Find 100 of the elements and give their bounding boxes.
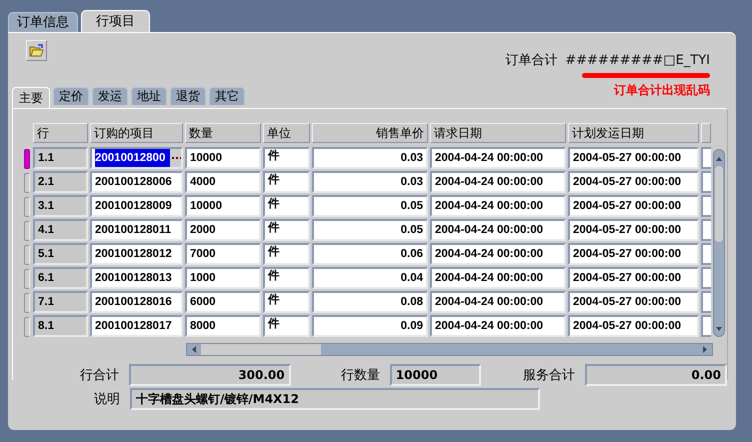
table-cell[interactable] [701,243,711,265]
row-indicator[interactable] [24,293,30,313]
annotation-text: 订单合计出现乱码 [614,82,710,99]
table-cell[interactable]: 200100128012 [90,243,183,265]
row-indicator[interactable] [24,173,30,193]
table-cell[interactable]: 0.09 [312,315,428,337]
table-cell[interactable]: 20010012800 [95,149,170,167]
table-cell[interactable]: 4000 [185,171,261,193]
tab[interactable]: 退货 [170,87,206,105]
table-cell[interactable]: 件 [263,315,310,337]
description-field: 十字槽盘头螺钉/镀锌/M4X12 [130,388,540,410]
table-cell: 7.1 [33,291,88,313]
table-cell[interactable]: 件 [263,171,310,193]
tab[interactable]: 定价 [53,87,89,105]
column-header [701,123,711,143]
table-cell[interactable]: 件 [263,267,310,289]
order-total-value: #########□E_TYI [565,52,710,68]
table-cell[interactable]: 8000 [185,315,261,337]
table-cell[interactable] [701,195,711,217]
table-cell[interactable]: 2004-05-27 00:00:00 [568,147,699,169]
vertical-scrollbar[interactable] [713,149,725,337]
table-cell[interactable]: 0.03 [312,147,428,169]
table-cell[interactable]: 2004-05-27 00:00:00 [568,267,699,289]
table-cell[interactable]: 2004-04-24 00:00:00 [430,315,566,337]
table-cell: 3.1 [33,195,88,217]
table-cell[interactable]: 2004-05-27 00:00:00 [568,171,699,193]
table-cell[interactable]: 200100128009 [90,195,183,217]
open-folder-button[interactable] [26,40,47,61]
table-cell[interactable]: 200100128016 [90,291,183,313]
table-cell[interactable]: 0.08 [312,291,428,313]
table-cell: 1.1 [33,147,88,169]
column-header: 单位 [263,123,310,143]
table-cell[interactable]: 200100128011 [90,219,183,241]
ellipsis-button[interactable] [170,149,181,167]
row-indicator[interactable] [24,149,30,169]
table-cell: 4.1 [33,219,88,241]
table-cell[interactable]: 0.05 [312,195,428,217]
table-cell: 6.1 [33,267,88,289]
table-cell[interactable] [701,267,711,289]
table-cell: 8.1 [33,315,88,337]
row-indicator[interactable] [24,221,30,241]
table-cell[interactable]: 2004-05-27 00:00:00 [568,243,699,265]
row-indicator[interactable] [24,317,30,337]
table-cell[interactable]: 200100128013 [90,267,183,289]
table-cell[interactable]: 件 [263,243,310,265]
table-cell[interactable]: 0.05 [312,219,428,241]
field-label: 行合计 [79,367,120,384]
table-cell[interactable]: 2004-04-24 00:00:00 [430,147,566,169]
table-cell[interactable]: 2000 [185,219,261,241]
readonly-field: 300.00 [129,364,291,386]
column-header: 销售单价 [312,123,428,143]
table-cell[interactable]: 6000 [185,291,261,313]
table-cell[interactable]: 件 [263,195,310,217]
field-label: 说明 [93,391,120,408]
table-cell[interactable]: 10000 [185,195,261,217]
table-cell[interactable] [701,291,711,313]
table-cell[interactable]: 件 [263,219,310,241]
table-cell[interactable]: 2004-05-27 00:00:00 [568,219,699,241]
table-cell[interactable]: 2004-04-24 00:00:00 [430,171,566,193]
row-indicator[interactable] [24,245,30,265]
table-cell[interactable]: 2004-05-27 00:00:00 [568,195,699,217]
readonly-field: 10000 [390,364,482,386]
table-cell[interactable]: 件 [263,291,310,313]
table-cell[interactable]: 2004-04-24 00:00:00 [430,219,566,241]
tab[interactable]: 发运 [92,87,128,105]
tab[interactable]: 订单信息 [8,12,78,32]
table-cell[interactable]: 7000 [185,243,261,265]
tab[interactable]: 主要 [12,87,50,108]
row-indicator[interactable] [24,197,30,217]
table-cell[interactable] [701,315,711,337]
table-cell: 2.1 [33,171,88,193]
table-cell[interactable]: 2004-05-27 00:00:00 [568,315,699,337]
table-cell[interactable]: 1000 [185,267,261,289]
table-cell[interactable]: 200100128017 [90,315,183,337]
column-header: 请求日期 [430,123,566,143]
table-cell[interactable]: 10000 [185,147,261,169]
table-cell: 5.1 [33,243,88,265]
table-cell[interactable]: 2004-04-24 00:00:00 [430,243,566,265]
horizontal-scrollbar[interactable] [186,343,713,356]
table-cell[interactable] [701,171,711,193]
row-indicator[interactable] [24,269,30,289]
column-header: 计划发运日期 [568,123,699,143]
tab[interactable]: 行项目 [81,10,150,32]
table-cell[interactable]: 2004-05-27 00:00:00 [568,291,699,313]
column-header: 行 [33,123,88,143]
table-cell[interactable] [701,219,711,241]
table-cell[interactable]: 件 [263,147,310,169]
ellipsis-icon [172,156,181,160]
tab[interactable]: 地址 [131,87,167,105]
field-label: 服务合计 [522,367,576,384]
table-cell[interactable]: 0.03 [312,171,428,193]
table-cell[interactable]: 2004-04-24 00:00:00 [430,195,566,217]
table-cell[interactable]: 0.04 [312,267,428,289]
table-cell[interactable]: 2004-04-24 00:00:00 [430,291,566,313]
table-cell[interactable] [701,147,711,169]
table-cell[interactable]: 200100128006 [90,171,183,193]
tab[interactable]: 其它 [209,87,245,105]
table-cell[interactable]: 2004-04-24 00:00:00 [430,267,566,289]
column-header: 订购的项目 [90,123,183,143]
table-cell[interactable]: 0.06 [312,243,428,265]
